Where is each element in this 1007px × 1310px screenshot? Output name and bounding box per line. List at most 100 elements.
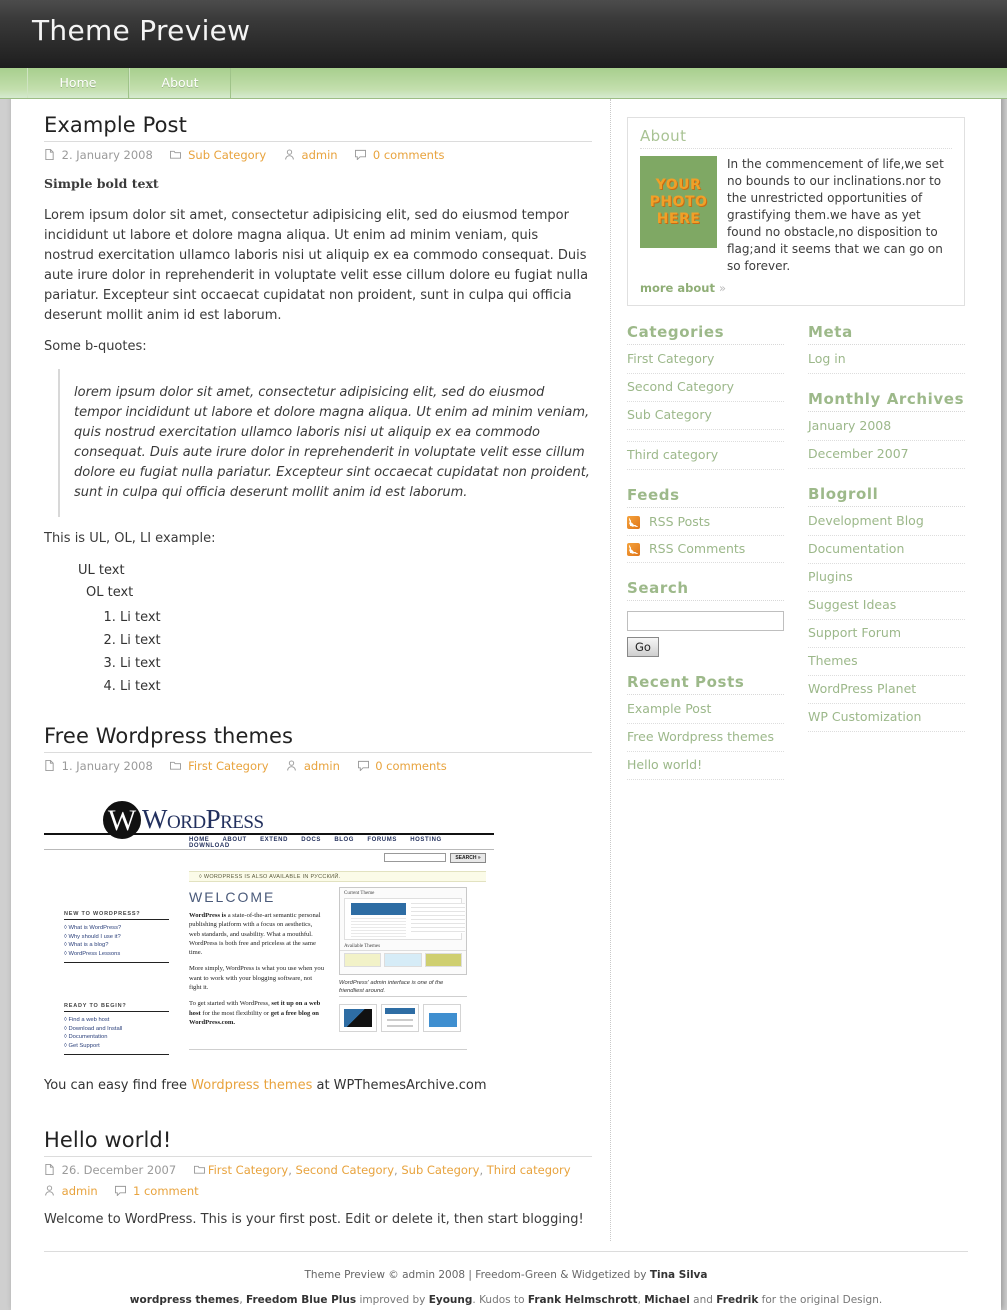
category-link[interactable]: First Category [188,759,268,773]
list-item[interactable]: Support Forum [808,620,965,648]
blogroll-link[interactable]: Support Forum [808,625,901,640]
list-item[interactable]: Third category [627,442,784,470]
list-item[interactable]: Themes [808,648,965,676]
nav-link-home[interactable]: Home [28,68,128,98]
list-item[interactable]: Plugins [808,564,965,592]
post-title[interactable]: Hello world! [44,1128,592,1157]
list-item[interactable]: January 2008 [808,413,965,441]
post-hello-world: Hello world! 26. December 2007 First Cat… [44,1128,592,1230]
blogroll-link[interactable]: Themes [808,653,858,668]
wordpress-themes-link[interactable]: Wordpress themes [191,1078,312,1093]
category-link[interactable]: Second Category [296,1163,395,1177]
blogroll-link[interactable]: WP Customization [808,709,921,724]
blogroll-link[interactable]: Development Blog [808,513,924,528]
category-link[interactable]: Sub Category [188,148,266,162]
category-link[interactable]: First Category [208,1163,288,1177]
blogroll-link[interactable]: Plugins [808,569,853,584]
wp-sidebar-heading: READY TO BEGIN? [64,1003,169,1012]
list-item[interactable]: December 2007 [808,441,965,469]
nav-item-about[interactable]: About [129,68,231,98]
wp-bottom-thumbs [339,1004,461,1032]
list-item[interactable]: WP Customization [808,704,965,732]
rss-comments-link[interactable]: RSS Comments [649,536,745,562]
comments-link[interactable]: 0 comments [375,759,447,773]
wp-sidebar-link: ◊ Documentation [64,1034,108,1040]
more-about-label: more about [640,281,715,295]
footer-link-wordpress-themes[interactable]: wordpress themes [130,1294,240,1306]
list-item[interactable]: Example Post [627,696,784,724]
about-text: In the commencement of life,we set no bo… [727,157,944,273]
recent-post-link[interactable]: Example Post [627,701,711,716]
author-link[interactable]: admin [304,759,340,773]
footer-author-link[interactable]: Tina Silva [650,1269,708,1281]
footer-link-eyoung[interactable]: Eyoung [429,1294,473,1306]
wp-nav-item: EXTEND [260,837,289,843]
list-item[interactable]: Hello world! [627,752,784,780]
wp-welcome-heading: WELCOME [189,889,276,905]
post-title[interactable]: Free Wordpress themes [44,724,592,753]
chevron-right-icon: » [718,281,726,295]
category-link[interactable]: Third category [627,447,718,462]
list-item[interactable]: WordPress Planet [808,676,965,704]
footer-link-fredrik[interactable]: Fredrik [716,1294,758,1306]
cat-sep: , [288,1163,296,1177]
list-item[interactable]: Free Wordpress themes [627,724,784,752]
list-item[interactable]: Log in [808,346,965,374]
footer-link-frank[interactable]: Frank Helmschrott [528,1294,638,1306]
footer-link-freedom-blue[interactable]: Freedom Blue Plus [246,1294,356,1306]
search-input[interactable] [627,611,784,631]
list-item[interactable]: Sub Category [627,402,784,430]
comments-link[interactable]: 1 comment [133,1184,199,1198]
nav-link-about[interactable]: About [130,68,230,98]
search-submit-button[interactable]: Go [627,637,659,657]
photo-line: PHOTO [649,193,708,210]
category-link[interactable]: Sub Category [627,407,712,422]
login-link[interactable]: Log in [808,351,846,366]
post2-closing: You can easy find free Wordpress themes … [44,1076,592,1096]
author-link[interactable]: admin [62,1184,98,1198]
blogroll-link[interactable]: Suggest Ideas [808,597,896,612]
wp-sidebar-link: ◊ Find a web host [64,1017,110,1023]
wp-divider [64,962,169,963]
footer-line-1: Theme Preview © admin 2008 | Freedom-Gre… [11,1266,1001,1285]
post-example-post: Example Post 2. January 2008 Sub Categor… [44,113,592,698]
list-item[interactable]: Second Category [627,374,784,402]
category-link[interactable]: First Category [627,351,714,366]
wp-logo-text: WordPress [142,804,264,834]
list-item[interactable]: Development Blog [808,508,965,536]
list-item[interactable]: RSS Comments [627,536,784,563]
author-link[interactable]: admin [302,148,338,162]
category-link[interactable]: Second Category [627,379,734,394]
comments-link[interactable]: 0 comments [373,148,445,162]
nav-item-home[interactable]: Home [27,68,129,98]
blockquote: lorem ipsum dolor sit amet, consectetur … [58,369,592,517]
sidebar-column-left: Categories First Category Second Categor… [627,323,784,796]
recent-post-link[interactable]: Hello world! [627,757,702,772]
unordered-list: UL text OL text Li text Li text Li text … [60,560,592,698]
list-item[interactable]: RSS Posts [627,509,784,536]
list-item[interactable]: Suggest Ideas [808,592,965,620]
about-widget-title: About [640,127,952,149]
rss-posts-link[interactable]: RSS Posts [649,509,710,535]
more-about-link[interactable]: more about » [640,281,952,295]
category-link[interactable]: Third category [487,1163,571,1177]
widget-search: Search Go [627,579,784,657]
blogroll-link[interactable]: WordPress Planet [808,681,916,696]
post-title[interactable]: Example Post [44,113,592,142]
list-item[interactable]: First Category [627,346,784,374]
category-link[interactable]: Sub Category [401,1163,479,1177]
list-item[interactable]: Documentation [808,536,965,564]
post-meta: 2. January 2008 Sub Category admin 0 com… [44,145,592,166]
closing-pre: You can easy find free [44,1078,192,1093]
post-bold-line: Simple bold text [44,176,159,191]
archive-link[interactable]: January 2008 [808,418,891,433]
wp-thumb [339,1004,377,1032]
sidebar-columns: Categories First Category Second Categor… [627,323,965,796]
blogroll-link[interactable]: Documentation [808,541,904,556]
footer-text: for the original Design. [758,1294,883,1306]
footer-link-michael[interactable]: Michael [644,1294,690,1306]
recent-post-link[interactable]: Free Wordpress themes [627,729,774,744]
wp-theme-thumb [344,953,382,967]
archive-link[interactable]: December 2007 [808,446,909,461]
list-spacer [627,430,784,442]
